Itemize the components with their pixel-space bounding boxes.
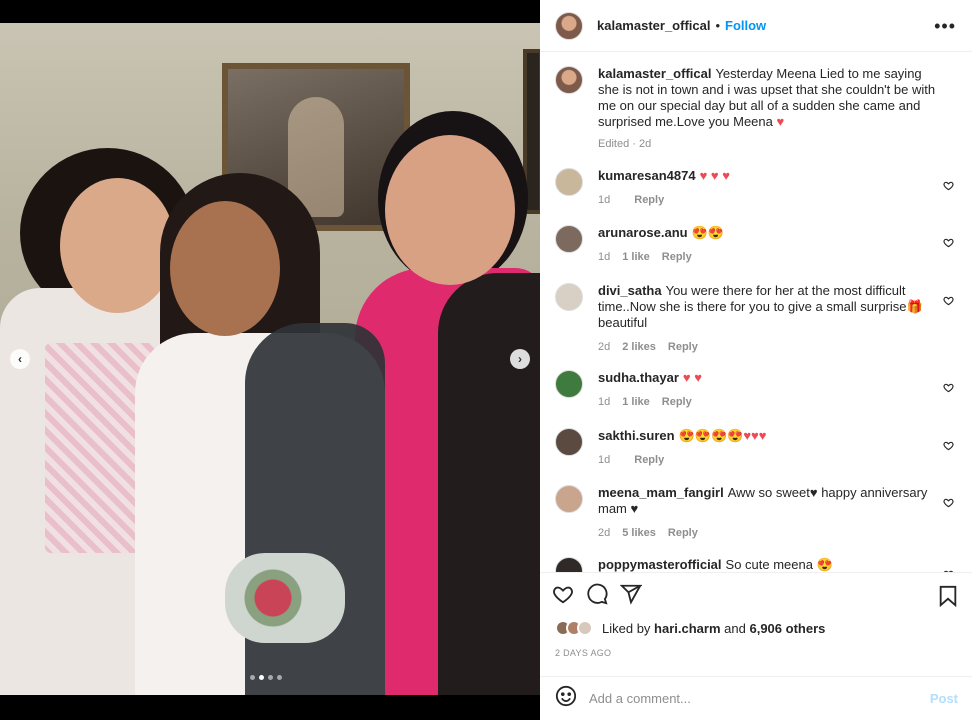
- caption-username[interactable]: kalamaster_offical: [598, 66, 711, 81]
- comment-like-heart-icon[interactable]: [943, 382, 955, 394]
- comment-emoji: 😍😍😍😍♥♥♥: [678, 428, 767, 443]
- follow-button[interactable]: Follow: [725, 18, 766, 33]
- comment-time: 2d: [598, 527, 611, 539]
- comment-reply-button[interactable]: Reply: [662, 394, 692, 410]
- avatar[interactable]: [555, 428, 583, 456]
- share-plane-icon[interactable]: [619, 583, 644, 611]
- avatar[interactable]: [555, 370, 583, 398]
- avatar[interactable]: [555, 283, 583, 311]
- post-header: kalamaster_offical • Follow •••: [540, 0, 972, 52]
- likes-user[interactable]: hari.charm: [654, 621, 720, 636]
- comment-likes[interactable]: 2 likes: [622, 339, 656, 355]
- comment-text: So cute meena 😍: [725, 557, 833, 572]
- comment-like-heart-icon[interactable]: [943, 569, 955, 572]
- comment-time: 1d: [598, 396, 611, 408]
- carousel-dot: [250, 675, 255, 680]
- comment-username[interactable]: poppymasterofficial: [598, 557, 722, 572]
- comment-reply-button[interactable]: Reply: [668, 525, 698, 541]
- comment-username[interactable]: arunarose.anu: [598, 225, 688, 240]
- person-3-face: [385, 135, 515, 285]
- person-1-face: [60, 178, 175, 313]
- avatar[interactable]: [555, 66, 583, 94]
- comment-reply-button[interactable]: Reply: [662, 249, 692, 265]
- comment-emoji: 😍😍: [691, 225, 724, 240]
- avatar[interactable]: [555, 485, 583, 513]
- instagram-post-view: ‹ › kalamaster_offical • Follow ••• kala…: [0, 0, 972, 720]
- person-2-flower-embroidery: [225, 553, 345, 643]
- add-comment-input[interactable]: [589, 691, 909, 706]
- header-separator: •: [715, 18, 721, 33]
- comment-username[interactable]: divi_satha: [598, 283, 662, 298]
- avatar[interactable]: [555, 557, 583, 572]
- comment-time: 1d: [598, 251, 611, 263]
- comment-emoji: ♥ ♥: [682, 370, 702, 385]
- photo-pane: ‹ ›: [0, 0, 540, 720]
- heart-emoji: ♥: [776, 114, 785, 129]
- header-username[interactable]: kalamaster_offical: [597, 18, 710, 33]
- emoji-smile-icon[interactable]: [555, 685, 577, 713]
- post-date: 2 DAYS AGO: [555, 648, 612, 658]
- comment-like-heart-icon[interactable]: [943, 497, 955, 509]
- bookmark-icon[interactable]: [938, 585, 958, 613]
- avatar[interactable]: [555, 168, 583, 196]
- like-heart-icon[interactable]: [552, 583, 574, 611]
- comment-time: 1d: [598, 454, 611, 466]
- avatar[interactable]: [555, 225, 583, 253]
- action-bar: [540, 574, 972, 620]
- comment-likes[interactable]: 1 like: [622, 394, 650, 410]
- avatar[interactable]: [555, 11, 583, 40]
- liker-avatar: [577, 620, 593, 636]
- comment-likes[interactable]: 1 like: [622, 249, 650, 265]
- carousel-prev-button[interactable]: ‹: [10, 349, 30, 369]
- carousel-next-button[interactable]: ›: [510, 349, 530, 369]
- post-photo[interactable]: [0, 23, 540, 695]
- likes-others[interactable]: 6,906 others: [749, 621, 825, 636]
- post-side-panel: kalamaster_offical • Follow ••• kalamast…: [540, 0, 972, 720]
- carousel-dot: [259, 675, 264, 680]
- likes-prefix: Liked by: [602, 620, 651, 636]
- carousel-dot: [277, 675, 282, 680]
- comment-time: 2d: [598, 341, 611, 353]
- carousel-dot: [268, 675, 273, 680]
- likes-and: and: [724, 620, 746, 636]
- comment-like-heart-icon[interactable]: [943, 295, 955, 307]
- comment-like-heart-icon[interactable]: [943, 237, 955, 249]
- person-2-face: [170, 201, 280, 336]
- comment-emoji: ♥ ♥ ♥: [699, 168, 730, 183]
- comments-list[interactable]: kalamaster_offical Yesterday Meena Lied t…: [540, 52, 972, 573]
- caption-meta: Edited · 2d: [598, 138, 652, 150]
- comment-reply-button[interactable]: Reply: [634, 452, 664, 468]
- comment-reply-button[interactable]: Reply: [668, 339, 698, 355]
- comment-username[interactable]: meena_mam_fangirl: [598, 485, 724, 500]
- add-comment-bar: Post: [540, 676, 972, 720]
- comment-username[interactable]: sakthi.suren: [598, 428, 675, 443]
- comment-reply-button[interactable]: Reply: [634, 192, 664, 208]
- comment-like-heart-icon[interactable]: [943, 440, 955, 452]
- comment-username[interactable]: kumaresan4874: [598, 168, 696, 183]
- comment-username[interactable]: sudha.thayar: [598, 370, 679, 385]
- likes-summary: Liked by hari.charm and 6,906 others: [555, 620, 825, 636]
- comment-bubble-icon[interactable]: [586, 583, 608, 611]
- comment-like-heart-icon[interactable]: [943, 180, 955, 192]
- carousel-dots: [250, 675, 282, 680]
- more-horizontal-icon[interactable]: •••: [934, 16, 956, 37]
- post-comment-button[interactable]: Post: [930, 691, 958, 706]
- person-3-dupatta: [438, 273, 540, 695]
- comment-likes[interactable]: 5 likes: [622, 525, 656, 541]
- comment-time: 1d: [598, 194, 611, 206]
